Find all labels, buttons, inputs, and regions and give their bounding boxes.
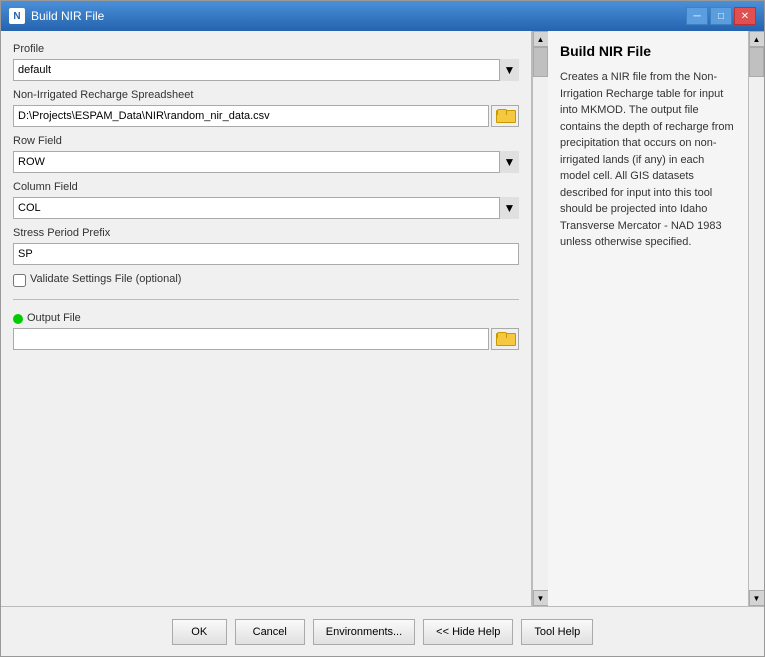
cancel-button[interactable]: Cancel xyxy=(235,619,305,645)
main-content: Profile default ▼ Non-Irrigated Recharge… xyxy=(1,31,764,606)
stress-period-label: Stress Period Prefix xyxy=(13,227,519,239)
output-status-dot xyxy=(13,314,23,324)
minimize-button[interactable]: ─ xyxy=(686,7,708,25)
output-folder-icon xyxy=(496,332,514,346)
profile-dropdown-wrapper: default ▼ xyxy=(13,59,519,81)
right-scroll-down-button[interactable]: ▼ xyxy=(749,590,765,606)
spreadsheet-group: Non-Irrigated Recharge Spreadsheet xyxy=(13,89,519,127)
spreadsheet-file-wrapper xyxy=(13,105,519,127)
output-file-group: Output File xyxy=(13,312,519,350)
right-scroll-up-button[interactable]: ▲ xyxy=(749,31,765,47)
column-field-dropdown[interactable]: COL xyxy=(13,197,519,219)
output-file-wrapper xyxy=(13,328,519,350)
scroll-thumb[interactable] xyxy=(533,47,548,77)
left-scrollbar[interactable]: ▲ ▼ xyxy=(532,31,548,606)
stress-period-input[interactable] xyxy=(13,243,519,265)
right-panel: Build NIR File Creates a NIR file from t… xyxy=(548,31,748,606)
scroll-track xyxy=(533,47,548,590)
output-file-input[interactable] xyxy=(13,328,489,350)
spreadsheet-label: Non-Irrigated Recharge Spreadsheet xyxy=(13,89,519,101)
column-field-dropdown-wrapper: COL ▼ xyxy=(13,197,519,219)
title-bar: N Build NIR File ─ □ ✕ xyxy=(1,1,764,31)
scroll-down-button[interactable]: ▼ xyxy=(533,590,549,606)
title-bar-left: N Build NIR File xyxy=(9,8,104,24)
scroll-up-button[interactable]: ▲ xyxy=(533,31,549,47)
environments-button[interactable]: Environments... xyxy=(313,619,415,645)
spreadsheet-browse-button[interactable] xyxy=(491,105,519,127)
row-field-dropdown-wrapper: ROW ▼ xyxy=(13,151,519,173)
validate-checkbox[interactable] xyxy=(13,274,26,287)
output-browse-button[interactable] xyxy=(491,328,519,350)
spacer xyxy=(13,358,519,594)
row-field-dropdown[interactable]: ROW xyxy=(13,151,519,173)
ok-button[interactable]: OK xyxy=(172,619,227,645)
right-scrollbar[interactable]: ▲ ▼ xyxy=(748,31,764,606)
window-icon: N xyxy=(9,8,25,24)
column-field-group: Column Field COL ▼ xyxy=(13,181,519,219)
right-panel-description: Creates a NIR file from the Non-Irrigati… xyxy=(560,69,736,251)
footer: OK Cancel Environments... << Hide Help T… xyxy=(1,606,764,656)
profile-group: Profile default ▼ xyxy=(13,43,519,81)
profile-label: Profile xyxy=(13,43,519,55)
hide-help-button[interactable]: << Hide Help xyxy=(423,619,513,645)
row-field-label: Row Field xyxy=(13,135,519,147)
title-bar-controls: ─ □ ✕ xyxy=(686,7,756,25)
folder-icon xyxy=(496,109,514,123)
row-field-group: Row Field ROW ▼ xyxy=(13,135,519,173)
close-button[interactable]: ✕ xyxy=(734,7,756,25)
tool-help-button[interactable]: Tool Help xyxy=(521,619,593,645)
right-scroll-track xyxy=(749,47,764,590)
spreadsheet-input[interactable] xyxy=(13,105,489,127)
main-window: N Build NIR File ─ □ ✕ Profile default ▼… xyxy=(0,0,765,657)
column-field-label: Column Field xyxy=(13,181,519,193)
validate-checkbox-wrapper: Validate Settings File (optional) xyxy=(13,273,519,287)
right-scroll-thumb[interactable] xyxy=(749,47,764,77)
validate-checkbox-label: Validate Settings File (optional) xyxy=(30,273,181,285)
output-label-row: Output File xyxy=(13,312,519,326)
profile-dropdown[interactable]: default xyxy=(13,59,519,81)
window-title: Build NIR File xyxy=(31,9,104,23)
right-panel-title: Build NIR File xyxy=(560,43,736,59)
maximize-button[interactable]: □ xyxy=(710,7,732,25)
left-panel: Profile default ▼ Non-Irrigated Recharge… xyxy=(1,31,532,606)
stress-period-group: Stress Period Prefix xyxy=(13,227,519,265)
divider xyxy=(13,299,519,300)
output-file-label: Output File xyxy=(27,312,81,324)
